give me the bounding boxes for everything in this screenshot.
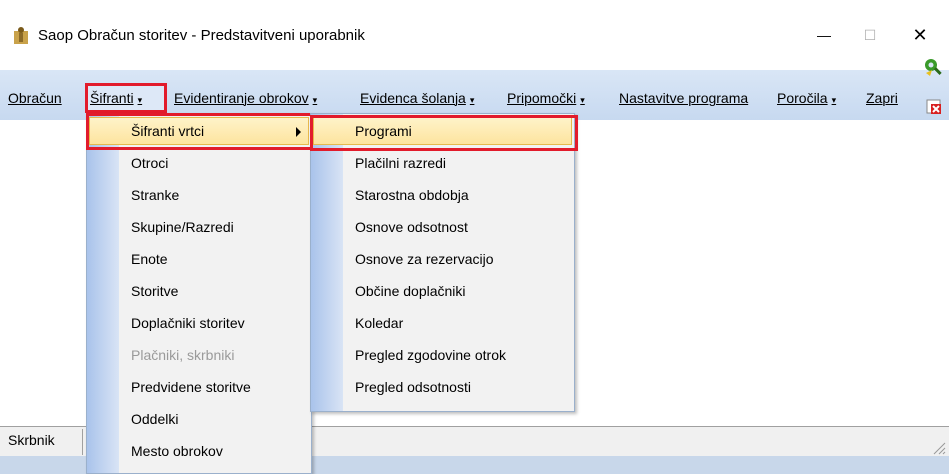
menu-item-placniki-skrbniki: Plačniki, skrbniki	[87, 339, 311, 371]
menu-item-label: Stranke	[131, 187, 180, 203]
menu-evidenca-solanja[interactable]: Evidenca šolanja ▾	[356, 83, 478, 113]
menu-porocila-label: Poročila	[777, 90, 828, 106]
menu-nastavitve-label: Nastavitve programa	[619, 90, 749, 106]
menu-item-otroci[interactable]: Otroci	[87, 147, 311, 179]
submenu-item-label: Občine doplačniki	[355, 283, 466, 299]
menu-pripomocki[interactable]: Pripomočki ▾	[503, 83, 589, 113]
menu-item-skupine-razredi[interactable]: Skupine/Razredi	[87, 211, 311, 243]
menu-sifranti[interactable]: Šifranti ▾	[86, 83, 146, 113]
minimize-icon: —	[817, 27, 831, 43]
menu-evidentiranje-label: Evidentiranje obrokov	[174, 90, 309, 106]
submenu-item-obcine-doplacniki[interactable]: Občine doplačniki	[311, 275, 574, 307]
submenu-item-label: Koledar	[355, 315, 404, 331]
menu-item-doplacniki-storitev[interactable]: Doplačniki storitev	[87, 307, 311, 339]
status-separator	[82, 429, 83, 455]
menu-item-label: Skupine/Razredi	[131, 219, 234, 235]
menu-item-label: Mesto obrokov	[131, 443, 223, 459]
menu-obracun[interactable]: Obračun	[4, 83, 66, 113]
menu-pripomocki-label: Pripomočki	[507, 90, 577, 106]
submenu-item-label: Pregled odsotnosti	[355, 379, 471, 395]
chevron-down-icon: ▾	[469, 95, 475, 105]
close-icon: ✕	[912, 24, 928, 45]
resize-grip-icon[interactable]	[930, 439, 946, 455]
menu-item-storitve[interactable]: Storitve	[87, 275, 311, 307]
menu-item-predvidene-storitve[interactable]: Predvidene storitve	[87, 371, 311, 403]
menu-zapri[interactable]: Zapri	[862, 83, 902, 113]
chevron-down-icon: ▾	[580, 95, 585, 105]
menu-item-label: Doplačniki storitev	[131, 315, 245, 331]
title-bar: Saop Obračun storitev - Predstavitveni u…	[0, 0, 949, 70]
menu-zapri-label: Zapri	[866, 90, 898, 106]
close-button[interactable]: ✕	[897, 20, 943, 50]
menu-porocila[interactable]: Poročila ▾	[773, 83, 840, 113]
submenu-item-label: Pregled zgodovine otrok	[355, 347, 506, 363]
sifranti-vrtci-submenu: Programi Plačilni razredi Starostna obdobj…	[310, 113, 575, 412]
submenu-item-koledar[interactable]: Koledar	[311, 307, 574, 339]
menu-evidentiranje-obrokov[interactable]: Evidentiranje obrokov ▾	[170, 83, 321, 113]
menu-item-label: Storitve	[131, 283, 179, 299]
submenu-item-osnove-odsotnost[interactable]: Osnove odsotnost	[311, 211, 574, 243]
submenu-item-label: Plačilni razredi	[355, 155, 447, 171]
app-figure-icon	[14, 27, 28, 44]
submenu-item-starostna-obdobja[interactable]: Starostna obdobja	[311, 179, 574, 211]
menu-evidenca-label: Evidenca šolanja	[360, 90, 466, 106]
sifranti-dropdown: Šifranti vrtci Otroci Stranke Skupine/Razre…	[86, 113, 312, 474]
menu-obracun-label: Obračun	[8, 90, 62, 106]
menu-item-label: Otroci	[131, 155, 169, 171]
menu-item-mesto-obrokov[interactable]: Mesto obrokov	[87, 435, 311, 467]
submenu-item-pregled-zgodovine-otrok[interactable]: Pregled zgodovine otrok	[311, 339, 574, 371]
programi-selection-highlight	[310, 115, 578, 151]
chevron-down-icon: ▾	[312, 95, 318, 105]
sifranti-vrtci-selection-highlight	[86, 113, 313, 150]
minimize-button[interactable]: —	[801, 20, 847, 50]
submenu-item-label: Starostna obdobja	[355, 187, 469, 203]
submenu-item-label: Osnove za rezervacijo	[355, 251, 494, 267]
submenu-item-placilni-razredi[interactable]: Plačilni razredi	[311, 147, 574, 179]
menu-item-label: Predvidene storitve	[131, 379, 251, 395]
menu-item-label: Oddelki	[131, 411, 179, 427]
maximize-button[interactable]: ☐	[847, 20, 893, 50]
submenu-item-pregled-odsotnosti[interactable]: Pregled odsotnosti	[311, 371, 574, 403]
menu-nastavitve-programa[interactable]: Nastavitve programa	[615, 83, 752, 113]
chevron-down-icon: ▾	[831, 95, 837, 105]
menu-item-label: Enote	[131, 251, 168, 267]
menu-item-enote[interactable]: Enote	[87, 243, 311, 275]
window-title: Saop Obračun storitev - Predstavitveni u…	[38, 27, 365, 44]
chevron-down-icon: ▾	[137, 95, 143, 105]
menu-sifranti-label: Šifranti	[90, 90, 134, 106]
menu-item-oddelki[interactable]: Oddelki	[87, 403, 311, 435]
status-user: Skrbnik	[8, 432, 55, 448]
menu-item-stranke[interactable]: Stranke	[87, 179, 311, 211]
submenu-item-label: Osnove odsotnost	[355, 219, 468, 235]
close-form-icon[interactable]	[926, 98, 942, 114]
maximize-icon: ☐	[863, 26, 877, 43]
submenu-item-osnove-za-rezervacijo[interactable]: Osnove za rezervacijo	[311, 243, 574, 275]
menu-item-label: Plačniki, skrbniki	[131, 347, 235, 363]
green-key-icon[interactable]	[922, 56, 944, 78]
